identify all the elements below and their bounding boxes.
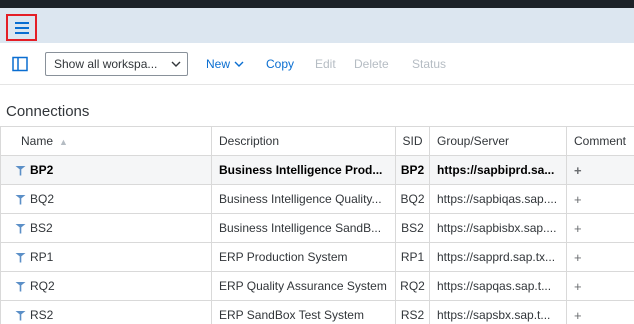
cell-group-server: https://sapbiprd.sa... <box>429 155 567 185</box>
hamburger-menu-icon <box>14 21 29 34</box>
cell-description: Business Intelligence Quality... <box>211 184 396 214</box>
column-header-name-label: Name <box>21 134 54 148</box>
cell-name[interactable]: BP2 <box>0 155 212 185</box>
cell-name[interactable]: RP1 <box>0 242 212 272</box>
cell-name[interactable]: RS2 <box>0 300 212 324</box>
chevron-down-icon <box>234 61 244 67</box>
status-button[interactable]: Status <box>412 56 446 72</box>
cell-comment[interactable]: + <box>566 213 634 243</box>
cell-group-server: https://sapsbx.sap.t... <box>429 300 567 324</box>
column-header-name[interactable]: Name ▲ <box>0 126 212 156</box>
cell-group-server: https://sapprd.sap.tx... <box>429 242 567 272</box>
new-button-label: New <box>206 57 231 71</box>
connection-icon <box>15 253 26 263</box>
cell-description: ERP Quality Assurance System <box>211 271 396 301</box>
add-comment-icon[interactable]: + <box>574 192 582 207</box>
column-header-comment[interactable]: Comment <box>566 126 634 156</box>
connection-name: BP2 <box>30 163 54 177</box>
toolbar: Show all workspa... New Copy Edit Delete… <box>0 43 634 85</box>
cell-comment[interactable]: + <box>566 271 634 301</box>
connection-name: RQ2 <box>30 279 55 293</box>
connection-icon <box>15 166 26 176</box>
cell-group-server: https://sapbisbx.sap.... <box>429 213 567 243</box>
column-header-group-server[interactable]: Group/Server <box>429 126 567 156</box>
connection-icon <box>15 224 26 234</box>
delete-button[interactable]: Delete <box>354 56 389 72</box>
cell-name[interactable]: BQ2 <box>0 184 212 214</box>
add-comment-icon[interactable]: + <box>574 163 582 178</box>
cell-sid: BQ2 <box>395 184 430 214</box>
add-comment-icon[interactable]: + <box>574 250 582 265</box>
window-top-strip <box>0 0 634 8</box>
table-row[interactable]: RP1 ERP Production System RP1 https://sappr… <box>0 242 634 272</box>
column-header-sid[interactable]: SID <box>395 126 430 156</box>
sort-ascending-icon: ▲ <box>59 137 68 147</box>
new-button[interactable]: New <box>206 56 244 72</box>
chevron-down-icon <box>165 61 187 68</box>
workspace-select-value: Show all workspa... <box>54 57 158 71</box>
cell-name[interactable]: BS2 <box>0 213 212 243</box>
cell-comment[interactable]: + <box>566 242 634 272</box>
connection-name: BQ2 <box>30 192 55 206</box>
copy-button[interactable]: Copy <box>266 56 294 72</box>
connection-name: RP1 <box>30 250 54 264</box>
cell-comment[interactable]: + <box>566 155 634 185</box>
cell-description: ERP Production System <box>211 242 396 272</box>
side-panel-toggle-icon[interactable] <box>12 56 28 72</box>
connection-name: RS2 <box>30 308 54 322</box>
section-title: Connections <box>6 103 90 120</box>
cell-description: Business Intelligence SandB... <box>211 213 396 243</box>
table-row[interactable]: BP2 Business Intelligence Prod... BP2 https… <box>0 155 634 185</box>
add-comment-icon[interactable]: + <box>574 279 582 294</box>
connections-table: Name ▲ Description SID Group/Server Comme… <box>0 126 634 324</box>
edit-button[interactable]: Edit <box>315 56 336 72</box>
connection-icon <box>15 195 26 205</box>
add-comment-icon[interactable]: + <box>574 308 582 323</box>
cell-group-server: https://sapbiqas.sap.... <box>429 184 567 214</box>
connection-icon <box>15 282 26 292</box>
cell-comment[interactable]: + <box>566 184 634 214</box>
cell-description: Business Intelligence Prod... <box>211 155 396 185</box>
cell-sid: RQ2 <box>395 271 430 301</box>
cell-group-server: https://sapqas.sap.t... <box>429 271 567 301</box>
table-row[interactable]: BQ2 Business Intelligence Quality... BQ2 ht… <box>0 184 634 214</box>
connection-icon <box>15 311 26 321</box>
cell-comment[interactable]: + <box>566 300 634 324</box>
cell-sid: BS2 <box>395 213 430 243</box>
cell-name[interactable]: RQ2 <box>0 271 212 301</box>
column-header-description[interactable]: Description <box>211 126 396 156</box>
cell-sid: RP1 <box>395 242 430 272</box>
table-header-row: Name ▲ Description SID Group/Server Comme… <box>0 126 634 156</box>
hamburger-menu-button[interactable] <box>6 14 37 41</box>
table-row[interactable]: RQ2 ERP Quality Assurance System RQ2 https:… <box>0 271 634 301</box>
add-comment-icon[interactable]: + <box>574 221 582 236</box>
workspace-select[interactable]: Show all workspa... <box>45 52 188 76</box>
connection-name: BS2 <box>30 221 53 235</box>
cell-sid: BP2 <box>395 155 430 185</box>
table-row[interactable]: BS2 Business Intelligence SandB... BS2 http… <box>0 213 634 243</box>
cell-sid: RS2 <box>395 300 430 324</box>
table-row[interactable]: RS2 ERP SandBox Test System RS2 https://sap… <box>0 300 634 324</box>
shell-bar <box>0 8 634 43</box>
cell-description: ERP SandBox Test System <box>211 300 396 324</box>
